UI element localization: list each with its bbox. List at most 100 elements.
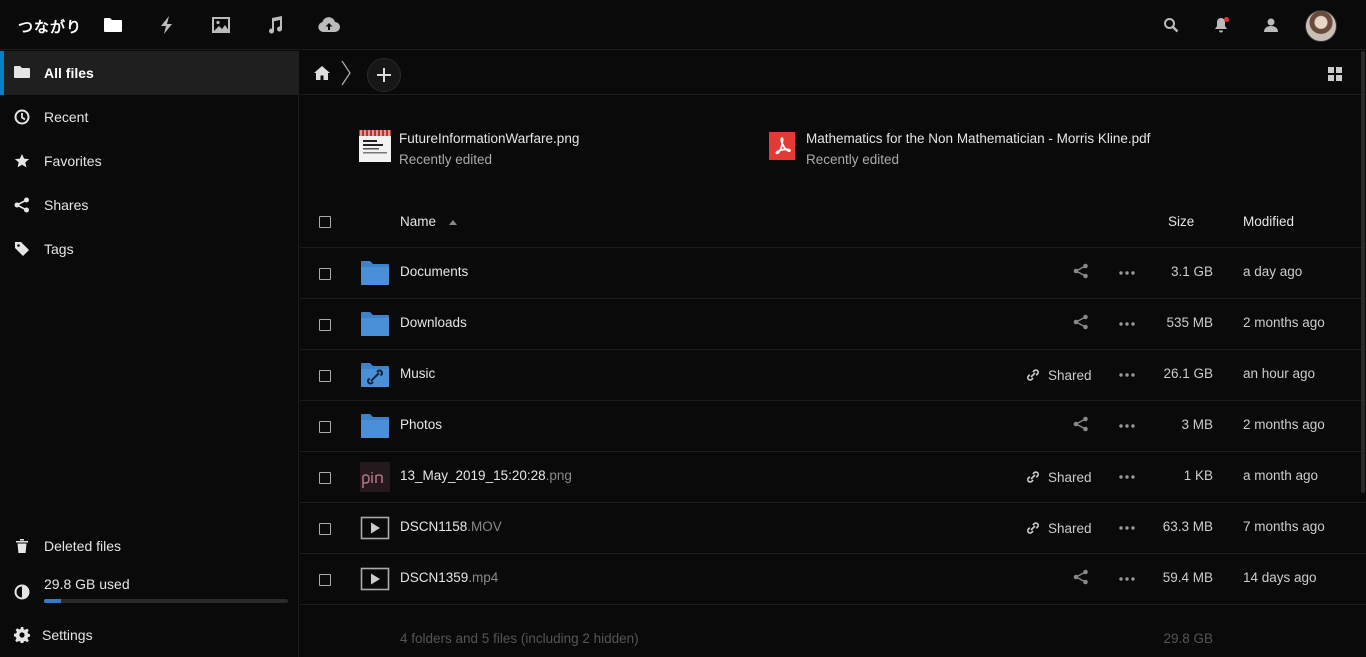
row-checkbox[interactable]	[319, 523, 331, 535]
column-header-size[interactable]: Size	[1168, 214, 1194, 229]
file-size: 63.3 MB	[1162, 519, 1213, 534]
folder-icon	[14, 65, 30, 81]
table-row[interactable]: DSCN1158.MOV Shared 63.3 MB 7 months ago	[300, 503, 1366, 554]
file-modified: an hour ago	[1243, 366, 1316, 381]
contacts-icon[interactable]	[1261, 15, 1281, 35]
file-size: 1 KB	[1183, 468, 1213, 483]
activity-app-icon[interactable]	[157, 15, 177, 35]
row-checkbox[interactable]	[319, 319, 331, 331]
file-modified: a month ago	[1243, 468, 1319, 483]
shared-status[interactable]: Shared	[1026, 468, 1092, 486]
row-checkbox[interactable]	[319, 574, 331, 586]
more-actions-icon[interactable]	[1118, 519, 1136, 537]
home-icon[interactable]	[314, 65, 330, 81]
grid-view-toggle-icon[interactable]	[1328, 67, 1342, 81]
sidebar-item-favorites[interactable]: Favorites	[0, 139, 299, 183]
image-thumbnail	[360, 462, 390, 492]
notification-badge	[1224, 17, 1229, 22]
pie-chart-icon	[14, 584, 30, 600]
recent-file-item[interactable]: Mathematics for the Non Mathematician - …	[766, 126, 1186, 167]
more-actions-icon[interactable]	[1118, 417, 1136, 435]
cloud-upload-app-icon[interactable]	[318, 15, 340, 35]
files-main-content: FutureInformationWarfare.png Recently ed…	[300, 51, 1366, 657]
more-actions-icon[interactable]	[1118, 315, 1136, 333]
music-app-icon[interactable]	[265, 15, 285, 35]
sidebar-item-label: Favorites	[44, 153, 102, 169]
app-logo[interactable]: つながり	[18, 16, 82, 37]
file-modified: 2 months ago	[1243, 315, 1325, 330]
row-checkbox[interactable]	[319, 421, 331, 433]
table-row[interactable]: 13_May_2019_15:20:28.png Shared 1 KB a m…	[300, 452, 1366, 503]
column-header-modified[interactable]: Modified	[1243, 214, 1294, 229]
more-actions-icon[interactable]	[1118, 264, 1136, 282]
file-modified: 2 months ago	[1243, 417, 1325, 432]
video-file-icon	[360, 564, 390, 594]
more-actions-icon[interactable]	[1118, 366, 1136, 384]
star-icon	[14, 153, 30, 169]
sidebar-item-label: Settings	[42, 627, 93, 643]
trash-icon	[14, 538, 30, 554]
share-icon[interactable]	[1073, 263, 1089, 279]
share-icon[interactable]	[1073, 314, 1089, 330]
file-name[interactable]: 13_May_2019_15:20:28.png	[400, 468, 572, 483]
new-file-button[interactable]	[367, 58, 401, 92]
sort-ascending-icon	[448, 219, 457, 225]
recent-file-name: Mathematics for the Non Mathematician - …	[806, 131, 1151, 146]
link-icon	[1026, 521, 1040, 535]
navigation-sidebar: All files Recent Favorites Shares Tags D…	[0, 51, 299, 657]
more-actions-icon[interactable]	[1118, 570, 1136, 588]
file-modified: a day ago	[1243, 264, 1303, 279]
recent-file-status: Recently edited	[399, 152, 493, 167]
sidebar-item-settings[interactable]: Settings	[0, 613, 299, 657]
table-row[interactable]: Downloads 535 MB 2 months ago	[300, 299, 1366, 350]
sidebar-item-label: Deleted files	[44, 538, 122, 554]
user-avatar[interactable]	[1305, 10, 1337, 42]
sidebar-item-recent[interactable]: Recent	[0, 95, 299, 139]
file-name[interactable]: DSCN1158.MOV	[400, 519, 502, 534]
search-icon[interactable]	[1161, 15, 1181, 35]
sidebar-item-tags[interactable]: Tags	[0, 227, 299, 271]
shared-label: Shared	[1048, 520, 1092, 536]
sidebar-item-all-files[interactable]: All files	[0, 51, 299, 95]
sidebar-item-shares[interactable]: Shares	[0, 183, 299, 227]
tag-icon	[14, 241, 30, 257]
folder-icon	[360, 411, 390, 441]
sidebar-item-deleted-files[interactable]: Deleted files	[0, 524, 299, 568]
file-name[interactable]: Downloads	[400, 315, 467, 330]
quota-progress-fill	[44, 599, 62, 603]
recent-file-item[interactable]: FutureInformationWarfare.png Recently ed…	[359, 126, 719, 167]
table-row[interactable]: DSCN1359.mp4 59.4 MB 14 days ago	[300, 554, 1366, 605]
sidebar-quota[interactable]: 29.8 GB used	[0, 569, 299, 609]
table-row[interactable]: Music Shared 26.1 GB an hour ago	[300, 350, 1366, 401]
file-name[interactable]: DSCN1359.mp4	[400, 570, 498, 585]
video-file-icon	[360, 513, 390, 543]
quota-progress-bar	[44, 599, 288, 603]
shared-link-folder-icon	[360, 360, 390, 390]
photos-app-icon[interactable]	[211, 15, 231, 35]
files-app-icon[interactable]	[103, 15, 123, 35]
row-checkbox[interactable]	[319, 472, 331, 484]
table-row[interactable]: Photos 3 MB 2 months ago	[300, 401, 1366, 452]
file-name[interactable]: Music	[400, 366, 435, 381]
sidebar-item-label: Recent	[44, 109, 89, 125]
shared-status[interactable]: Shared	[1026, 366, 1092, 384]
share-icon[interactable]	[1073, 416, 1089, 432]
table-row[interactable]: Documents 3.1 GB a day ago	[300, 248, 1366, 299]
sidebar-item-label: Tags	[44, 241, 74, 257]
clock-icon	[14, 109, 30, 125]
plus-icon	[377, 68, 391, 82]
row-checkbox[interactable]	[319, 370, 331, 382]
column-header-name[interactable]: Name	[400, 214, 457, 229]
more-actions-icon[interactable]	[1118, 468, 1136, 486]
select-all-checkbox[interactable]	[319, 216, 331, 228]
file-count-summary: 4 folders and 5 files (including 2 hidde…	[400, 631, 639, 646]
total-size: 29.8 GB	[1163, 631, 1213, 646]
share-icon[interactable]	[1073, 569, 1089, 585]
quota-label: 29.8 GB used	[44, 576, 130, 592]
row-checkbox[interactable]	[319, 268, 331, 280]
file-name[interactable]: Documents	[400, 264, 468, 279]
scrollbar[interactable]	[1361, 51, 1365, 493]
breadcrumb	[300, 51, 1366, 95]
shared-status[interactable]: Shared	[1026, 519, 1092, 537]
file-name[interactable]: Photos	[400, 417, 442, 432]
